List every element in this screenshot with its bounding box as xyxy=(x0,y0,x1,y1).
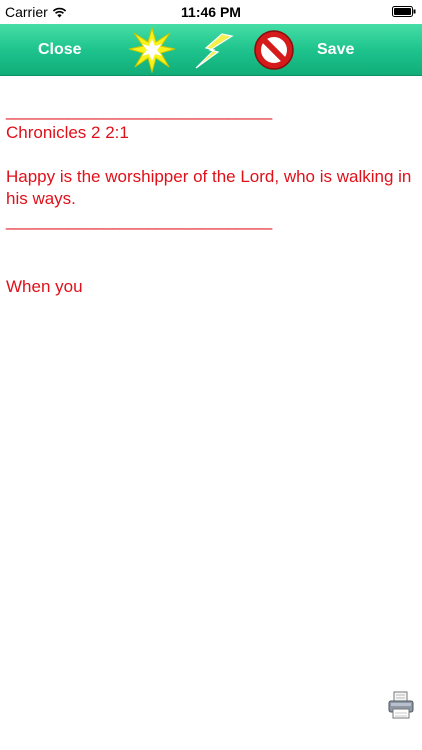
verse-text: Happy is the worshipper of the Lord, who… xyxy=(6,167,412,208)
divider-line-bottom: ______________________________ xyxy=(6,211,272,230)
battery-icon xyxy=(392,6,416,17)
note-text-area[interactable]: ______________________________ Chronicle… xyxy=(6,100,416,298)
divider-line-top: ______________________________ xyxy=(6,101,272,120)
close-button[interactable]: Close xyxy=(38,24,82,75)
starburst-icon[interactable] xyxy=(128,27,176,73)
status-time: 11:46 PM xyxy=(181,4,241,20)
save-button[interactable]: Save xyxy=(317,24,354,75)
printer-icon[interactable] xyxy=(386,690,416,720)
verse-reference: Chronicles 2 2:1 xyxy=(6,123,129,142)
no-sign-icon[interactable] xyxy=(251,27,297,73)
toolbar: Close Save xyxy=(0,24,422,76)
lightning-icon[interactable] xyxy=(192,32,236,70)
note-body-text: When you xyxy=(6,277,83,296)
status-bar: Carrier 11:46 PM xyxy=(0,0,422,24)
